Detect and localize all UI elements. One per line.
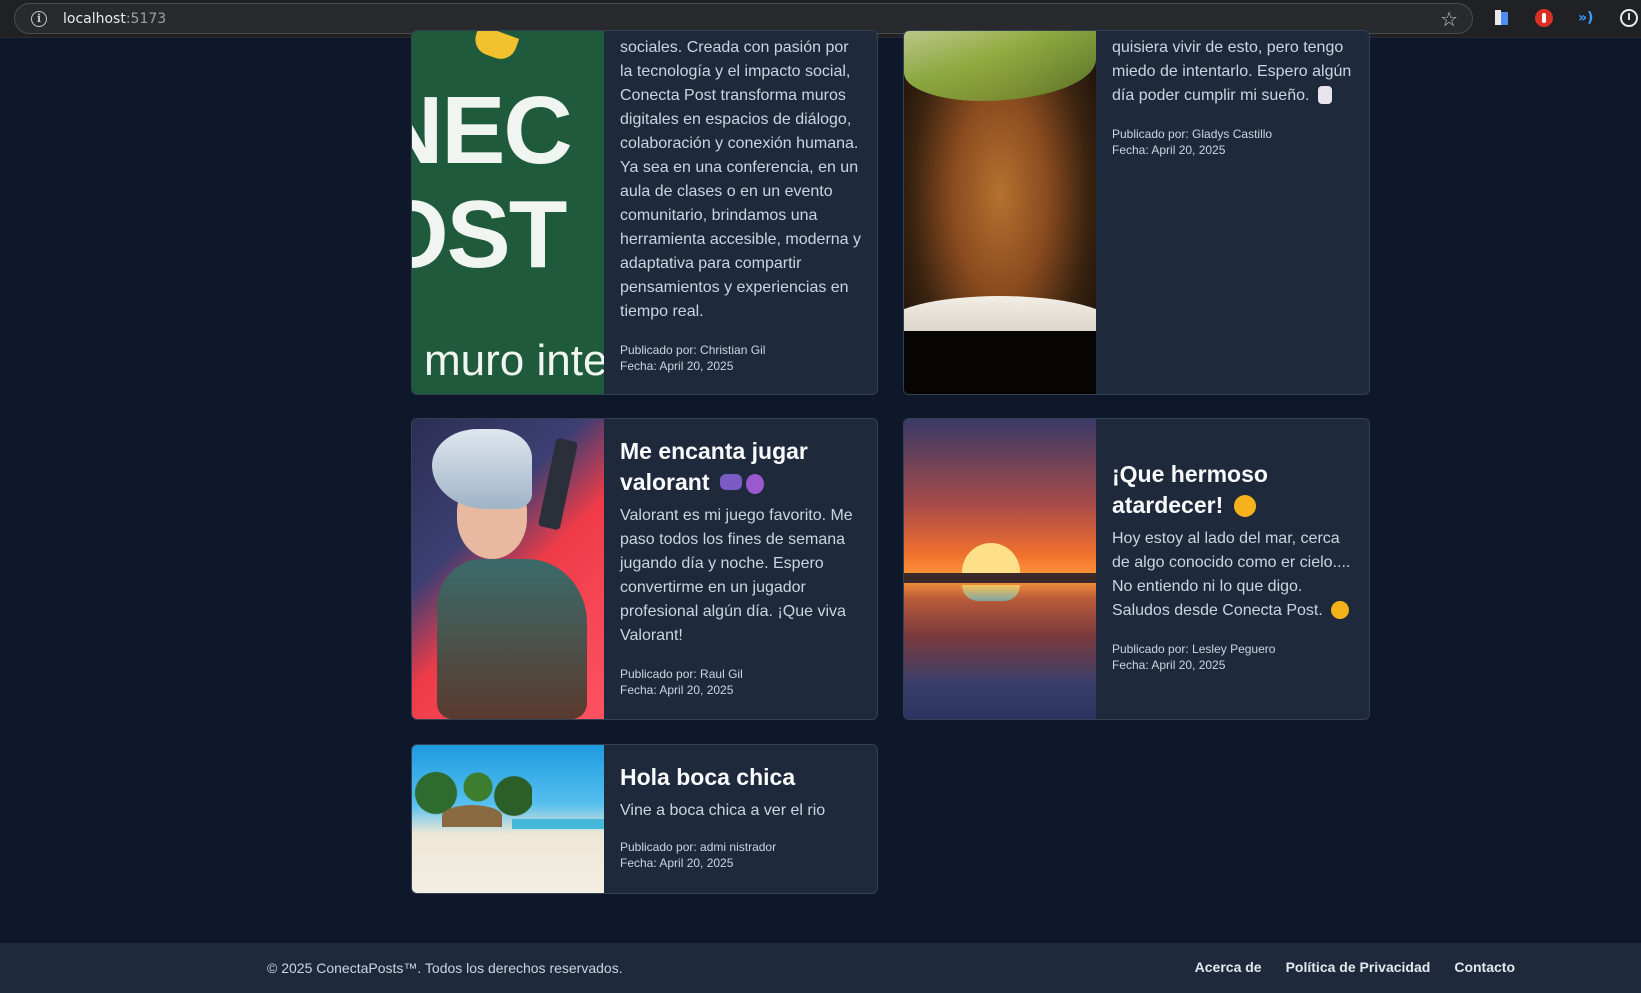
post-card: Hola boca chica Vine a boca chica a ver …: [411, 744, 878, 894]
footer-links: Acerca de Política de Privacidad Contact…: [1195, 959, 1515, 975]
post-title: Hola boca chica: [620, 764, 796, 790]
chef-emoji-icon: [1317, 86, 1332, 104]
post-card: quisiera vivir de esto, pero tengo miedo…: [903, 30, 1370, 395]
post-description-text: quisiera vivir de esto, pero tengo miedo…: [1112, 39, 1352, 104]
sun-smiley-icon: [1233, 495, 1256, 517]
post-meta: Publicado por: Christian Gil Fecha: Apri…: [620, 342, 863, 374]
post-title-text: Me encanta jugar valorant: [620, 438, 808, 495]
post-body: quisiera vivir de esto, pero tengo miedo…: [1112, 36, 1355, 158]
footer-link-about[interactable]: Acerca de: [1195, 959, 1262, 975]
post-description: quisiera vivir de esto, pero tengo miedo…: [1112, 36, 1355, 108]
post-meta: Publicado por: Lesley Peguero Fecha: Apr…: [1112, 641, 1355, 673]
image-logo-text-2: OST: [412, 181, 567, 288]
post-author: Publicado por: Raul Gil: [620, 667, 743, 681]
post-card: Me encanta jugar valorant Valorant es mi…: [411, 418, 878, 720]
image-lettuce: [904, 31, 1096, 101]
url-host: localhost: [63, 11, 126, 27]
post-author: Publicado por: Christian Gil: [620, 343, 766, 357]
post-date: Fecha: April 20, 2025: [620, 359, 734, 373]
grin-emoji-icon: [1331, 601, 1350, 619]
copyright-text: © 2025 ConectaPosts™. Todos los derechos…: [267, 960, 623, 976]
post-body: Me encanta jugar valorant Valorant es mi…: [620, 436, 863, 698]
image-character-body: [437, 559, 587, 719]
image-sun-reflection: [962, 585, 1020, 601]
game-controller-icon: [719, 474, 742, 490]
page-footer: © 2025 ConectaPosts™. Todos los derechos…: [0, 943, 1641, 993]
post-meta: Publicado por: Raul Gil Fecha: April 20,…: [620, 666, 863, 698]
image-sun: [962, 543, 1020, 573]
post-card: ¡Que hermoso atardecer! Hoy estoy al lad…: [903, 418, 1370, 720]
url-text[interactable]: localhost:5173: [63, 11, 166, 27]
post-date: Fecha: April 20, 2025: [1112, 658, 1226, 672]
extension-wave-icon[interactable]: »): [1578, 9, 1596, 27]
post-author: Publicado por: admi nistrador: [620, 840, 777, 854]
post-description-text: Hoy estoy al lado del mar, cerca de algo…: [1112, 530, 1351, 619]
image-shadow: [904, 331, 1096, 394]
extension-password-icon[interactable]: I: [1620, 9, 1638, 27]
extension-book-icon[interactable]: [1493, 9, 1511, 27]
post-date: Fecha: April 20, 2025: [620, 856, 734, 870]
image-logo-text-1: NEC: [412, 77, 573, 184]
post-image: [904, 31, 1096, 394]
image-hut: [442, 805, 502, 827]
post-title: ¡Que hermoso atardecer!: [1112, 459, 1355, 521]
post-body: Hola boca chica Vine a boca chica a ver …: [620, 762, 863, 871]
post-image: NEC OST muro inte: [412, 31, 604, 394]
post-date: Fecha: April 20, 2025: [620, 683, 734, 697]
post-image: [904, 419, 1096, 719]
image-logo-subtext: muro inte: [424, 336, 604, 385]
post-image: [412, 745, 604, 893]
post-description: Valorant es mi juego favorito. Me paso t…: [620, 507, 853, 644]
post-image: [412, 419, 604, 719]
image-character-hair: [432, 429, 532, 509]
site-info-icon[interactable]: i: [31, 11, 47, 27]
extension-hand-icon[interactable]: [1535, 9, 1553, 27]
post-date: Fecha: April 20, 2025: [1112, 143, 1226, 157]
logo-shape: [470, 31, 520, 64]
post-meta: Publicado por: Gladys Castillo Fecha: Ap…: [1112, 126, 1355, 158]
joystick-icon: [745, 474, 764, 494]
post-description: Vine a boca chica a ver el rio: [620, 802, 826, 819]
post-description: sociales. Creada con pasión por la tecno…: [620, 39, 862, 320]
post-title: Me encanta jugar valorant: [620, 436, 863, 498]
image-gun: [537, 437, 579, 531]
footer-link-contact[interactable]: Contacto: [1454, 959, 1515, 975]
image-horizon: [904, 573, 1096, 583]
post-author: Publicado por: Gladys Castillo: [1112, 127, 1273, 141]
post-body: sociales. Creada con pasión por la tecno…: [620, 36, 863, 374]
post-body: ¡Que hermoso atardecer! Hoy estoy al lad…: [1112, 459, 1355, 673]
post-card: NEC OST muro inte sociales. Creada con p…: [411, 30, 878, 395]
footer-link-privacy[interactable]: Política de Privacidad: [1286, 959, 1431, 975]
url-port: :5173: [125, 11, 167, 27]
post-meta: Publicado por: admi nistrador Fecha: Apr…: [620, 839, 863, 871]
post-author: Publicado por: Lesley Peguero: [1112, 642, 1276, 656]
post-description: Hoy estoy al lado del mar, cerca de algo…: [1112, 527, 1355, 623]
bookmark-star-icon[interactable]: ☆: [1440, 7, 1458, 31]
